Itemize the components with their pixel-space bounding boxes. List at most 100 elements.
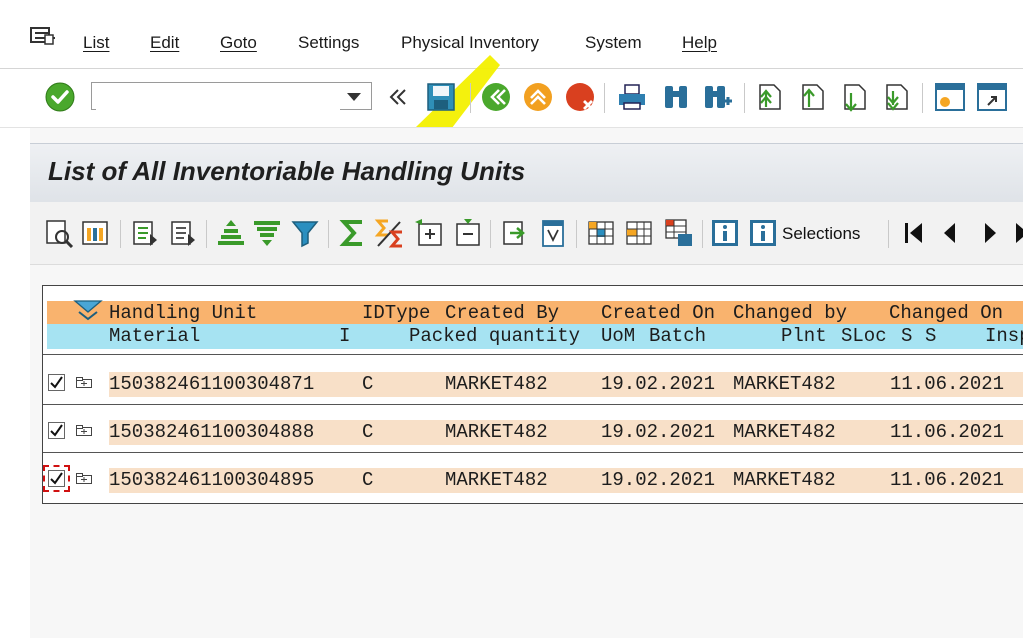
column-changed-by[interactable]: Changed by	[733, 301, 847, 325]
save-icon[interactable]	[425, 81, 457, 113]
enter-icon[interactable]	[44, 81, 76, 113]
local-file-icon[interactable]	[624, 218, 654, 248]
expand-node-icon[interactable]	[76, 377, 92, 388]
menu-physical-inventory[interactable]: Physical Inventory	[401, 33, 539, 53]
row-checkbox[interactable]	[48, 374, 65, 391]
column-created-by[interactable]: Created By	[445, 301, 559, 325]
export-icon[interactable]	[500, 218, 530, 248]
column-idtype[interactable]: IDType	[362, 301, 430, 325]
expand-node-icon[interactable]	[76, 425, 92, 436]
create-shortcut-icon[interactable]	[976, 81, 1008, 113]
grid-header-row-1: Handling Unit IDType Created By Created …	[47, 301, 1023, 324]
cell-created-by[interactable]: MARKET482	[445, 372, 548, 397]
cell-changed-on[interactable]: 11.06.2021	[890, 420, 1004, 445]
menu-settings[interactable]: Settings	[298, 33, 359, 53]
title-bar: List of All Inventoriable Handling Units	[30, 143, 1023, 203]
toolbar-separator	[206, 220, 207, 248]
layout-menu-icon[interactable]	[73, 298, 103, 322]
command-field-input[interactable]	[96, 84, 340, 110]
sort-descending-icon[interactable]	[252, 218, 282, 248]
column-plnt[interactable]: Plnt	[781, 324, 827, 348]
selections-button-label[interactable]: Selections	[782, 224, 860, 244]
send-icon[interactable]	[664, 218, 694, 248]
expand-icon[interactable]	[414, 218, 444, 248]
first-page-icon[interactable]	[754, 81, 786, 113]
save-selection-icon[interactable]	[168, 218, 198, 248]
layout-icon[interactable]	[80, 218, 110, 248]
next-page-icon[interactable]	[839, 81, 871, 113]
column-sloc[interactable]: SLoc	[841, 324, 887, 348]
cell-idtype[interactable]: C	[362, 468, 373, 493]
menu-help[interactable]: Help	[682, 33, 717, 53]
column-handling-unit[interactable]: Handling Unit	[109, 301, 257, 325]
content-divider	[30, 264, 1023, 265]
cell-changed-on[interactable]: 11.06.2021	[890, 372, 1004, 397]
row-divider	[43, 404, 1023, 405]
new-session-icon[interactable]	[934, 81, 966, 113]
cell-created-on[interactable]: 19.02.2021	[601, 420, 715, 445]
total-icon[interactable]	[338, 218, 368, 248]
cell-changed-by[interactable]: MARKET482	[733, 420, 836, 445]
find-icon[interactable]	[660, 81, 692, 113]
column-batch[interactable]: Batch	[649, 324, 706, 348]
column-s1[interactable]: S	[901, 324, 912, 348]
cell-created-by[interactable]: MARKET482	[445, 420, 548, 445]
previous-record-icon[interactable]	[936, 218, 966, 248]
cell-handling-unit[interactable]: 150382461100304895	[109, 468, 314, 493]
info-icon[interactable]	[710, 218, 740, 248]
next-record-icon[interactable]	[974, 218, 1004, 248]
column-i[interactable]: I	[339, 324, 350, 348]
cell-changed-by[interactable]: MARKET482	[733, 468, 836, 493]
details-icon[interactable]	[44, 218, 74, 248]
column-s2[interactable]: S	[925, 324, 936, 348]
cell-idtype[interactable]: C	[362, 372, 373, 397]
cell-changed-by[interactable]: MARKET482	[733, 372, 836, 397]
column-material[interactable]: Material	[109, 324, 200, 348]
column-packed-quantity[interactable]: Packed quantity	[409, 324, 580, 348]
menu-icon[interactable]	[30, 27, 56, 49]
toolbar-separator	[604, 83, 605, 113]
spreadsheet-icon[interactable]	[586, 218, 616, 248]
column-created-on[interactable]: Created On	[601, 301, 715, 325]
word-processing-icon[interactable]	[538, 218, 568, 248]
alv-grid: Handling Unit IDType Created By Created …	[42, 285, 1023, 504]
cell-handling-unit[interactable]: 150382461100304871	[109, 372, 314, 397]
column-uom[interactable]: UoM	[601, 324, 635, 348]
cell-created-by[interactable]: MARKET482	[445, 468, 548, 493]
cell-changed-on[interactable]: 11.06.2021	[890, 468, 1004, 493]
chevron-down-icon[interactable]	[347, 93, 361, 101]
toolbar-separator	[702, 220, 703, 248]
menu-system[interactable]: System	[585, 33, 642, 53]
last-record-icon[interactable]	[1008, 218, 1023, 248]
find-next-icon[interactable]	[702, 81, 734, 113]
menu-list[interactable]: List	[83, 33, 109, 53]
subtotal-icon[interactable]	[374, 218, 404, 248]
column-insp[interactable]: Insp	[985, 324, 1023, 348]
column-changed-on[interactable]: Changed On	[889, 301, 1003, 325]
back-icon[interactable]	[480, 81, 512, 113]
selections-info-icon[interactable]	[748, 218, 778, 248]
collapse-icon[interactable]	[452, 218, 482, 248]
row-checkbox[interactable]	[48, 422, 65, 439]
row-checkbox-focused[interactable]	[43, 465, 70, 492]
print-icon[interactable]	[616, 81, 648, 113]
cell-created-on[interactable]: 19.02.2021	[601, 468, 715, 493]
previous-page-icon[interactable]	[797, 81, 829, 113]
expand-node-icon[interactable]	[76, 473, 92, 484]
last-page-icon[interactable]	[881, 81, 913, 113]
exit-icon[interactable]	[522, 81, 554, 113]
choose-icon[interactable]	[130, 218, 160, 248]
menu-goto[interactable]: Goto	[220, 33, 257, 53]
menu-edit[interactable]: Edit	[150, 33, 179, 53]
filter-icon[interactable]	[290, 218, 320, 248]
collapse-toolbar-icon[interactable]	[386, 85, 410, 109]
cancel-icon[interactable]	[564, 81, 596, 113]
first-record-icon[interactable]	[900, 218, 930, 248]
cell-handling-unit[interactable]: 150382461100304888	[109, 420, 314, 445]
command-field[interactable]	[91, 82, 372, 110]
page-title: List of All Inventoriable Handling Units	[48, 156, 526, 186]
checkmark-icon	[50, 472, 63, 485]
cell-created-on[interactable]: 19.02.2021	[601, 372, 715, 397]
sort-ascending-icon[interactable]	[216, 218, 246, 248]
cell-idtype[interactable]: C	[362, 420, 373, 445]
